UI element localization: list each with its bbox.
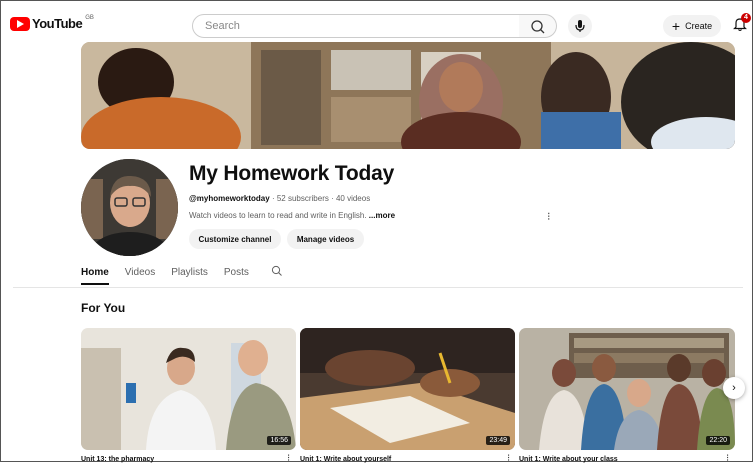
more-link[interactable]: ...more: [369, 211, 395, 220]
channel-search-icon[interactable]: [271, 265, 283, 277]
create-label: Create: [685, 21, 713, 31]
video-title[interactable]: Unit 13: the pharmacy: [81, 456, 154, 463]
tab-playlists[interactable]: Playlists: [171, 267, 208, 285]
avatar-image: [81, 159, 178, 256]
notification-badge: 4: [741, 13, 751, 23]
thumbnail-image: [81, 328, 296, 450]
video-duration: 23:49: [486, 436, 510, 445]
thumbnail-image: [300, 328, 515, 450]
description-text: Watch videos to learn to read and write …: [189, 211, 369, 220]
video-thumbnail-2[interactable]: 23:49: [300, 328, 515, 450]
video-menu-icon[interactable]: ⁝: [726, 453, 729, 464]
search-placeholder: Search: [205, 20, 240, 32]
channel-stats: · 52 subscribers · 40 videos: [269, 194, 371, 203]
search-button[interactable]: [519, 14, 557, 38]
customize-channel-button[interactable]: Customize channel: [189, 229, 281, 249]
mic-icon: [575, 20, 585, 32]
video-title[interactable]: Unit 1: Write about your class: [519, 456, 618, 463]
thumbnail-image: [519, 328, 735, 450]
channel-more-icon[interactable]: ⁝: [547, 210, 551, 223]
video-title[interactable]: Unit 1: Write about yourself: [300, 456, 391, 463]
channel-banner: [81, 42, 735, 149]
chevron-right-icon: ›: [732, 382, 736, 394]
logo-country: GB: [85, 14, 94, 21]
youtube-logo[interactable]: YouTube GB: [10, 14, 94, 31]
youtube-play-icon: [10, 16, 30, 31]
search-input[interactable]: Search: [192, 14, 520, 38]
channel-tabs: Home Videos Playlists Posts: [81, 267, 265, 285]
channel-meta: @myhomeworktoday · 52 subscribers · 40 v…: [189, 194, 370, 203]
logo-text: YouTube: [32, 16, 83, 31]
banner-image: [81, 42, 735, 149]
video-thumbnail-1[interactable]: 16:56: [81, 328, 296, 450]
channel-handle: @myhomeworktoday: [189, 194, 270, 203]
tabs-divider: [13, 287, 743, 288]
section-title: For You: [81, 301, 126, 315]
video-menu-icon[interactable]: ⁝: [287, 453, 290, 464]
plus-icon: +: [671, 18, 681, 34]
manage-videos-button[interactable]: Manage videos: [287, 229, 364, 249]
tab-videos[interactable]: Videos: [125, 267, 155, 285]
voice-search-button[interactable]: [568, 14, 592, 38]
create-button[interactable]: + Create: [663, 15, 721, 37]
channel-description[interactable]: Watch videos to learn to read and write …: [189, 211, 395, 220]
carousel-next-button[interactable]: ›: [723, 377, 745, 399]
masthead: YouTube GB Search + Create 4: [0, 0, 755, 40]
tab-home[interactable]: Home: [81, 267, 109, 285]
video-menu-icon[interactable]: ⁝: [507, 453, 510, 464]
tab-posts[interactable]: Posts: [224, 267, 249, 285]
search-icon: [531, 20, 545, 34]
video-duration: 22:20: [706, 436, 730, 445]
video-thumbnail-3[interactable]: 22:20: [519, 328, 735, 450]
channel-name: My Homework Today: [189, 162, 395, 185]
channel-avatar[interactable]: [81, 159, 178, 256]
video-duration: 16:56: [267, 436, 291, 445]
